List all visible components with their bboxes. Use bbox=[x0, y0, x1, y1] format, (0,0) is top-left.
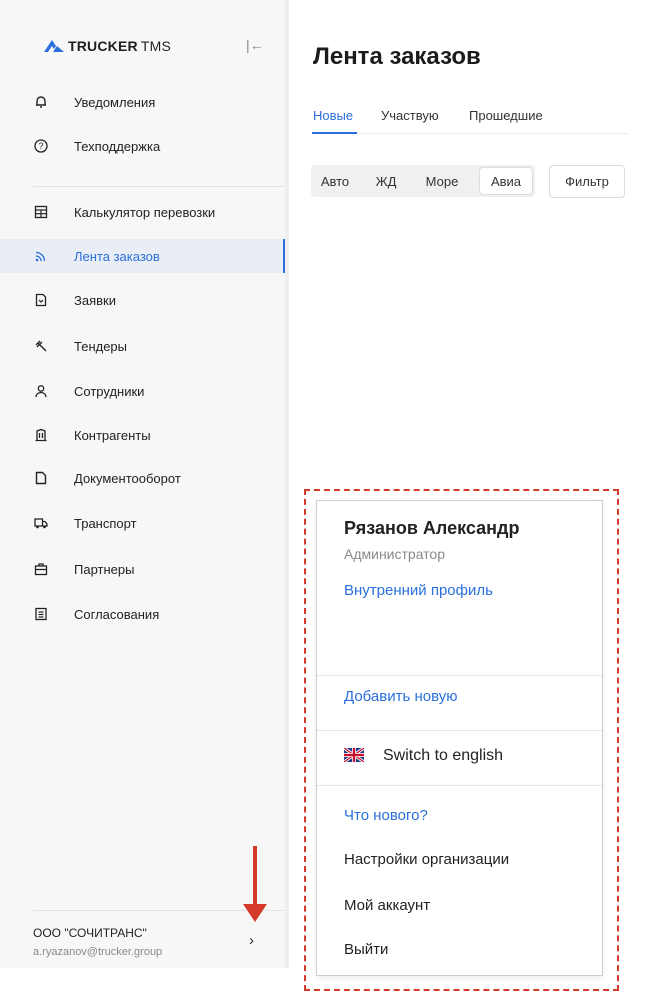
sidebar-item-label: Уведомления bbox=[74, 94, 156, 110]
sidebar-item-label: Контрагенты bbox=[74, 427, 151, 443]
profile-name: Рязанов Александр bbox=[344, 518, 520, 538]
sidebar-item-label: Заявки bbox=[74, 292, 116, 308]
annotation-arrow-shaft bbox=[253, 846, 257, 906]
sidebar-item-approvals[interactable]: Согласования bbox=[0, 597, 285, 631]
sidebar-item-document-flow[interactable]: Документооборот bbox=[0, 461, 285, 495]
briefcase-icon bbox=[33, 561, 49, 577]
internal-profile-link[interactable]: Внутренний профиль bbox=[344, 582, 493, 599]
file-icon bbox=[33, 470, 49, 486]
annotation-arrow-head bbox=[243, 904, 267, 922]
tab-new[interactable]: Новые bbox=[313, 108, 353, 123]
profile-role: Администратор bbox=[344, 546, 446, 562]
logo[interactable]: TRUCKER TMS bbox=[44, 38, 171, 54]
filter-air[interactable]: Авиа bbox=[479, 167, 533, 195]
filter-rail[interactable]: ЖД bbox=[371, 165, 401, 197]
approval-list-icon bbox=[33, 606, 49, 622]
sidebar-divider bbox=[33, 186, 285, 187]
sidebar-item-partners[interactable]: Партнеры bbox=[0, 552, 285, 586]
profile-menu: Рязанов Александр Администратор Внутренн… bbox=[316, 500, 603, 976]
my-account-item[interactable]: Мой аккаунт bbox=[344, 897, 430, 914]
gavel-icon bbox=[33, 338, 49, 354]
sidebar-item-label: Документооборот bbox=[74, 470, 181, 486]
sidebar-item-label: Сотрудники bbox=[74, 383, 145, 399]
document-request-icon bbox=[33, 292, 49, 308]
bell-icon bbox=[33, 94, 49, 110]
add-new-link[interactable]: Добавить новую bbox=[344, 688, 457, 705]
logo-suffix: TMS bbox=[140, 38, 171, 54]
sidebar-item-label: Техподдержка bbox=[74, 138, 161, 154]
whats-new-link[interactable]: Что нового? bbox=[344, 807, 428, 824]
sidebar-item-transport[interactable]: Транспорт bbox=[0, 506, 285, 540]
menu-separator bbox=[317, 785, 602, 786]
rss-icon bbox=[33, 248, 49, 264]
sidebar-item-order-feed[interactable]: Лента заказов bbox=[0, 239, 285, 273]
tab-participating[interactable]: Участвую bbox=[381, 108, 439, 123]
calculator-icon bbox=[33, 204, 49, 220]
help-circle-icon: ? bbox=[33, 138, 49, 154]
sidebar-item-calculator[interactable]: Калькулятор перевозки bbox=[0, 195, 285, 229]
sidebar-item-support[interactable]: ? Техподдержка bbox=[0, 129, 285, 163]
switch-language-button[interactable]: Switch to english bbox=[383, 747, 503, 765]
sidebar-item-notifications[interactable]: Уведомления bbox=[0, 85, 285, 119]
sidebar-item-tenders[interactable]: Тендеры bbox=[0, 329, 285, 363]
chevron-right-icon[interactable]: › bbox=[249, 932, 254, 949]
logout-item[interactable]: Выйти bbox=[344, 941, 388, 958]
sidebar-item-label: Лента заказов bbox=[74, 248, 160, 264]
sidebar-item-label: Партнеры bbox=[74, 561, 135, 577]
sidebar-item-label: Согласования bbox=[74, 606, 160, 622]
filter-sea[interactable]: Море bbox=[419, 165, 465, 197]
user-email: a.ryazanov@trucker.group bbox=[33, 946, 163, 958]
page-title: Лента заказов bbox=[313, 43, 481, 70]
filter-auto[interactable]: Авто bbox=[315, 165, 355, 197]
active-tab-underline bbox=[312, 132, 357, 134]
sidebar-item-label: Калькулятор перевозки bbox=[74, 204, 216, 220]
sidebar-item-counterparties[interactable]: Контрагенты bbox=[0, 418, 285, 452]
filter-button[interactable]: Фильтр bbox=[549, 165, 625, 198]
sidebar-item-employees[interactable]: Сотрудники bbox=[0, 374, 285, 408]
sidebar-item-label: Тендеры bbox=[74, 338, 128, 354]
user-icon bbox=[33, 383, 49, 399]
tabs-divider bbox=[357, 133, 628, 134]
organization-name[interactable]: ООО "СОЧИТРАНС" bbox=[33, 926, 147, 940]
sidebar: TRUCKER TMS |← Уведомления ? Техподдержк… bbox=[0, 0, 285, 968]
logo-brand: TRUCKER bbox=[68, 38, 138, 54]
svg-text:?: ? bbox=[38, 141, 43, 151]
organization-settings-item[interactable]: Настройки организации bbox=[344, 851, 509, 868]
menu-separator bbox=[317, 675, 602, 676]
truck-icon bbox=[33, 515, 49, 531]
sidebar-item-label: Транспорт bbox=[74, 515, 137, 531]
collapse-sidebar-icon[interactable]: |← bbox=[246, 37, 264, 53]
tab-past[interactable]: Прошедшие bbox=[469, 108, 543, 123]
sidebar-item-requests[interactable]: Заявки bbox=[0, 283, 285, 317]
transport-type-filter: Авто ЖД Море Авиа bbox=[311, 165, 535, 197]
menu-separator bbox=[317, 730, 602, 731]
uk-flag-icon bbox=[344, 748, 364, 762]
logo-mark-icon bbox=[44, 40, 64, 52]
sidebar-edge bbox=[285, 0, 289, 968]
building-icon bbox=[33, 427, 49, 443]
